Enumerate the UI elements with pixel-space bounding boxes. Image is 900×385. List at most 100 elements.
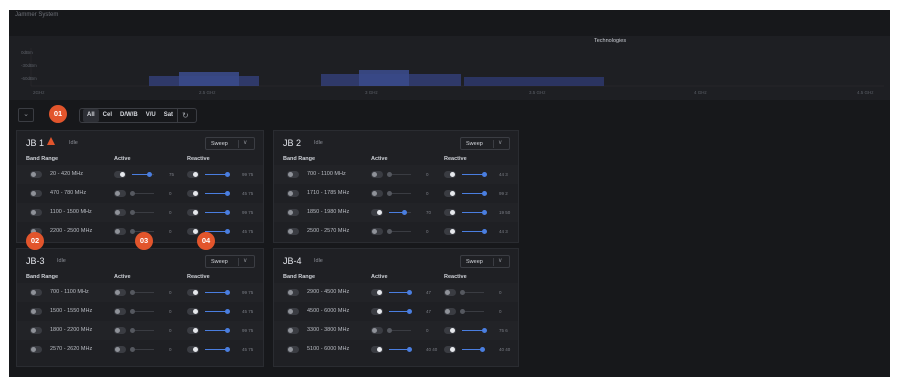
reactive-toggle[interactable] xyxy=(444,327,456,334)
slider-thumb xyxy=(225,210,230,215)
active-toggle[interactable] xyxy=(371,190,383,197)
reactive-slider[interactable] xyxy=(462,191,487,196)
band-toggle[interactable] xyxy=(30,209,42,216)
mode-dropdown[interactable]: Sweep ∨ xyxy=(205,137,255,150)
reactive-toggle[interactable] xyxy=(444,346,456,353)
reactive-slider[interactable] xyxy=(462,229,487,234)
reactive-slider[interactable] xyxy=(205,309,230,314)
active-toggle[interactable] xyxy=(114,171,126,178)
filter-cel[interactable]: Cel xyxy=(99,109,116,122)
toggle-knob xyxy=(377,347,382,352)
active-toggle[interactable] xyxy=(114,308,126,315)
toggle-knob xyxy=(288,229,293,234)
active-toggle[interactable] xyxy=(371,209,383,216)
reactive-toggle[interactable] xyxy=(187,190,199,197)
active-toggle[interactable] xyxy=(114,190,126,197)
reactive-slider[interactable] xyxy=(205,328,230,333)
reactive-slider[interactable] xyxy=(205,210,230,215)
active-toggle[interactable] xyxy=(114,346,126,353)
active-slider[interactable] xyxy=(389,210,411,215)
reactive-toggle[interactable] xyxy=(187,346,199,353)
band-toggle[interactable] xyxy=(287,209,299,216)
active-toggle[interactable] xyxy=(114,209,126,216)
band-toggle[interactable] xyxy=(30,289,42,296)
filter-dwb[interactable]: D/W/B xyxy=(116,109,142,122)
reactive-slider[interactable] xyxy=(205,172,230,177)
reactive-toggle[interactable] xyxy=(187,327,199,334)
reactive-toggle[interactable] xyxy=(444,308,456,315)
toggle-knob xyxy=(31,290,36,295)
reactive-slider[interactable] xyxy=(205,191,230,196)
reactive-toggle[interactable] xyxy=(444,228,456,235)
band-toggle[interactable] xyxy=(287,308,299,315)
active-slider[interactable] xyxy=(387,229,411,234)
active-slider[interactable] xyxy=(130,328,154,333)
collapse-dropdown[interactable]: ⌄ xyxy=(18,108,34,122)
reactive-slider[interactable] xyxy=(460,290,484,295)
filter-sat[interactable]: Sat xyxy=(160,109,177,122)
active-slider[interactable] xyxy=(389,290,412,295)
active-slider[interactable] xyxy=(130,309,154,314)
active-toggle[interactable] xyxy=(114,327,126,334)
reactive-toggle[interactable] xyxy=(187,209,199,216)
band-toggle[interactable] xyxy=(287,190,299,197)
band-toggle[interactable] xyxy=(287,171,299,178)
reactive-toggle[interactable] xyxy=(187,289,199,296)
jammer-panel: JB 2 Idle Sweep ∨ Band Range Active Reactive 70… xyxy=(273,130,519,243)
slider-fill xyxy=(389,292,409,293)
reactive-slider[interactable] xyxy=(462,347,485,352)
active-slider[interactable] xyxy=(130,347,154,352)
active-slider[interactable] xyxy=(387,172,411,177)
reactive-slider[interactable] xyxy=(205,290,230,295)
band-toggle[interactable] xyxy=(287,346,299,353)
active-slider[interactable] xyxy=(387,191,411,196)
band-toggle[interactable] xyxy=(30,346,42,353)
band-toggle[interactable] xyxy=(287,228,299,235)
reactive-slider[interactable] xyxy=(462,210,487,215)
refresh-icon[interactable]: ↻ xyxy=(177,109,193,122)
reactive-toggle[interactable] xyxy=(187,228,199,235)
reactive-toggle[interactable] xyxy=(444,171,456,178)
reactive-toggle[interactable] xyxy=(444,209,456,216)
toggle-knob xyxy=(288,210,293,215)
slider-thumb xyxy=(387,328,392,333)
mode-dropdown[interactable]: Sweep ∨ xyxy=(460,255,510,268)
active-slider[interactable] xyxy=(132,172,154,177)
band-toggle[interactable] xyxy=(30,171,42,178)
active-slider[interactable] xyxy=(387,328,411,333)
active-slider[interactable] xyxy=(130,290,154,295)
reactive-toggle[interactable] xyxy=(187,308,199,315)
band-toggle[interactable] xyxy=(287,327,299,334)
mode-dropdown[interactable]: Sweep ∨ xyxy=(205,255,255,268)
mode-dropdown[interactable]: Sweep ∨ xyxy=(460,137,510,150)
active-toggle[interactable] xyxy=(371,308,383,315)
active-toggle[interactable] xyxy=(114,228,126,235)
filter-all[interactable]: All xyxy=(83,109,99,122)
active-toggle[interactable] xyxy=(371,289,383,296)
reactive-slider[interactable] xyxy=(462,172,487,177)
reactive-slider[interactable] xyxy=(205,347,230,352)
active-slider[interactable] xyxy=(130,210,154,215)
band-toggle[interactable] xyxy=(30,327,42,334)
active-toggle[interactable] xyxy=(371,346,383,353)
band-toggle[interactable] xyxy=(30,308,42,315)
reactive-toggle[interactable] xyxy=(444,190,456,197)
active-toggle[interactable] xyxy=(371,171,383,178)
active-toggle[interactable] xyxy=(371,327,383,334)
band-label: 5100 - 6000 MHz xyxy=(307,346,350,352)
chevron-down-icon: ⌄ xyxy=(23,111,29,118)
panel-status: Idle xyxy=(57,258,66,264)
band-toggle[interactable] xyxy=(287,289,299,296)
active-toggle[interactable] xyxy=(114,289,126,296)
band-toggle[interactable] xyxy=(30,190,42,197)
active-slider[interactable] xyxy=(389,309,412,314)
filter-vu[interactable]: V/U xyxy=(142,109,160,122)
active-slider[interactable] xyxy=(389,347,412,352)
reactive-slider[interactable] xyxy=(462,328,487,333)
reactive-toggle[interactable] xyxy=(187,171,199,178)
active-slider[interactable] xyxy=(130,191,154,196)
slider-thumb xyxy=(130,210,135,215)
reactive-toggle[interactable] xyxy=(444,289,456,296)
active-toggle[interactable] xyxy=(371,228,383,235)
reactive-slider[interactable] xyxy=(460,309,484,314)
